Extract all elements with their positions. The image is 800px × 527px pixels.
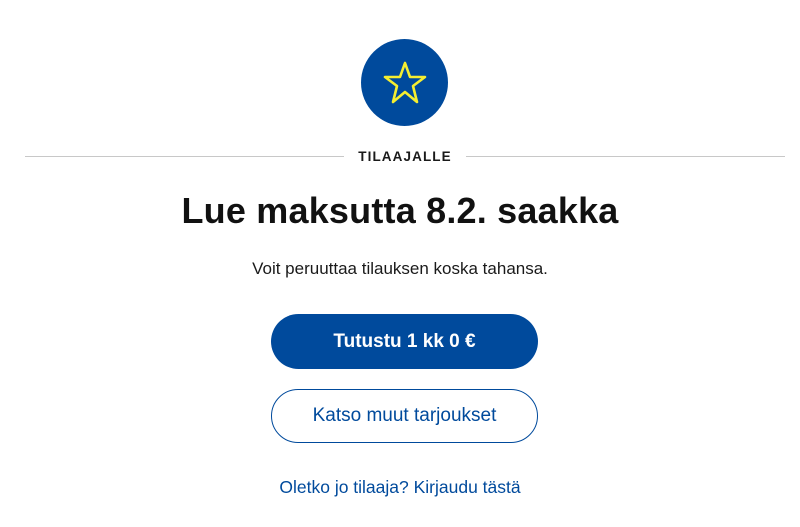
offer-headline: Lue maksutta 8.2. saakka xyxy=(181,190,619,231)
divider-line-left xyxy=(25,155,345,157)
section-label: TILAAJALLE xyxy=(358,148,452,164)
other-offers-button[interactable]: Katso muut tarjoukset xyxy=(271,389,538,443)
divider-line-right xyxy=(465,155,785,157)
try-offer-button[interactable]: Tutustu 1 kk 0 € xyxy=(271,314,538,369)
login-link[interactable]: Oletko jo tilaaja? Kirjaudu tästä xyxy=(0,477,800,498)
offer-subtext: Voit peruuttaa tilauksen koska tahansa. xyxy=(252,259,548,278)
section-divider: TILAAJALLE xyxy=(25,145,785,167)
subscriber-badge xyxy=(361,39,448,126)
subscription-offer-panel: TILAAJALLE Lue maksutta 8.2. saakka Voit… xyxy=(0,0,800,527)
star-icon xyxy=(380,58,430,108)
